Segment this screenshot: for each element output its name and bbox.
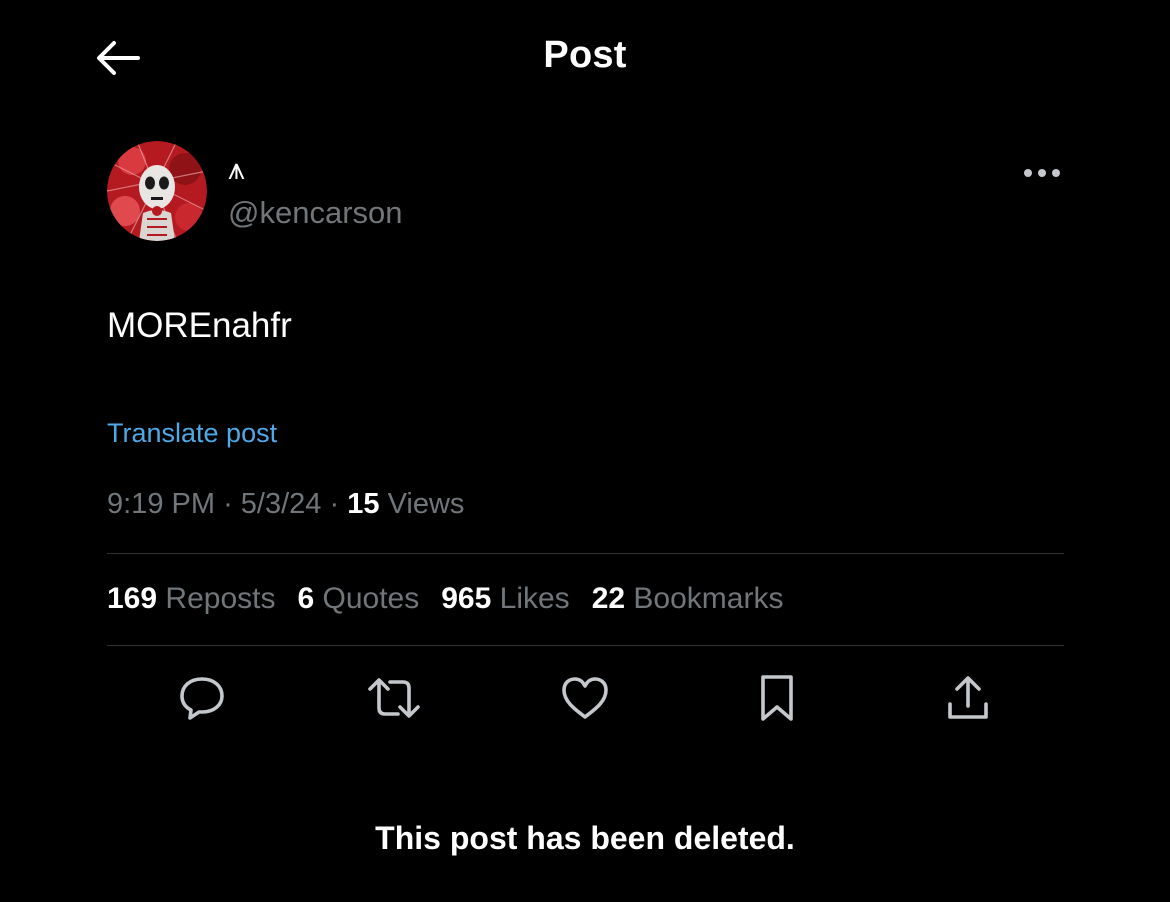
stat-reposts[interactable]: 169 Reposts — [107, 580, 275, 618]
post-text: MOREnahfr — [107, 306, 292, 345]
repost-button[interactable] — [366, 670, 422, 726]
post-date: 5/3/24 — [240, 488, 322, 520]
stat-label: Quotes — [322, 582, 420, 615]
repost-arrows-icon — [368, 678, 420, 718]
stat-label: Likes — [499, 582, 570, 615]
more-horizontal-icon — [1024, 169, 1060, 177]
share-button[interactable] — [940, 670, 996, 726]
translate-post-link[interactable]: Translate post — [107, 416, 277, 450]
stat-label: Reposts — [165, 582, 276, 615]
stat-quotes[interactable]: 6 Quotes — [297, 580, 419, 618]
stat-bookmarks[interactable]: 22 Bookmarks — [592, 580, 784, 618]
bookmark-button[interactable] — [749, 670, 805, 726]
bookmark-icon — [761, 675, 793, 721]
stat-count: 22 — [591, 582, 626, 615]
meta-separator: · — [223, 488, 233, 520]
action-bar — [0, 670, 1170, 726]
stat-count: 6 — [297, 582, 315, 615]
speech-bubble-icon — [180, 677, 224, 720]
divider — [107, 645, 1064, 646]
stat-count: 169 — [107, 582, 158, 615]
display-name[interactable]: ⩚ — [228, 152, 245, 188]
meta-separator: · — [329, 488, 340, 520]
share-upload-icon — [948, 676, 988, 719]
deleted-post-notice: This post has been deleted. — [375, 820, 795, 856]
like-button[interactable] — [557, 670, 613, 726]
reply-button[interactable] — [174, 670, 230, 726]
top-bar: Post — [0, 0, 1170, 116]
divider — [107, 553, 1064, 554]
heart-icon — [562, 677, 608, 719]
post-metadata: 9:19 PM · 5/3/24 · 15 Views — [107, 486, 464, 522]
views-count: 15 — [347, 488, 380, 520]
avatar[interactable] — [107, 141, 207, 241]
engagement-stats: 169 Reposts 6 Quotes 965 Likes 22 Bookma… — [107, 580, 783, 618]
username-handle[interactable]: @kencarson — [228, 194, 403, 232]
views-label[interactable]: Views — [388, 488, 465, 520]
post-time: 9:19 PM — [107, 488, 215, 520]
stat-likes[interactable]: 965 Likes — [441, 580, 569, 618]
avatar-image — [107, 141, 207, 241]
stat-label: Bookmarks — [633, 582, 784, 615]
page-title: Post — [543, 34, 627, 76]
more-options-button[interactable] — [1018, 158, 1066, 188]
stat-count: 965 — [441, 582, 492, 615]
